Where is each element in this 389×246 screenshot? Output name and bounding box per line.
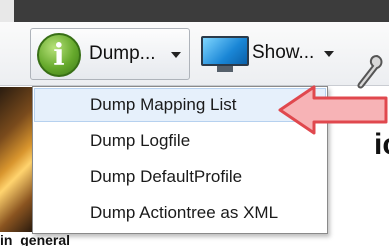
menu-item-dump-actiontree-xml[interactable]: Dump Actiontree as XML <box>35 197 325 229</box>
chevron-down-icon[interactable] <box>324 51 334 57</box>
dump-button-label: Dump... <box>89 43 156 64</box>
top-bar-edge <box>0 0 14 22</box>
monitor-icon <box>201 36 249 72</box>
info-icon: i <box>37 33 81 77</box>
show-button-label: Show... <box>252 42 315 63</box>
menu-item-dump-defaultprofile[interactable]: Dump DefaultProfile <box>35 161 325 193</box>
dump-button[interactable]: i Dump... <box>30 28 190 80</box>
show-button[interactable]: Show... <box>193 28 341 80</box>
toolbar: i Dump... Show... <box>0 22 389 89</box>
callout-arrow-icon <box>278 85 388 135</box>
window-top-bar <box>0 0 389 22</box>
chevron-down-icon[interactable] <box>171 52 181 58</box>
background-image <box>0 87 32 232</box>
background-label: in_general <box>0 232 71 246</box>
